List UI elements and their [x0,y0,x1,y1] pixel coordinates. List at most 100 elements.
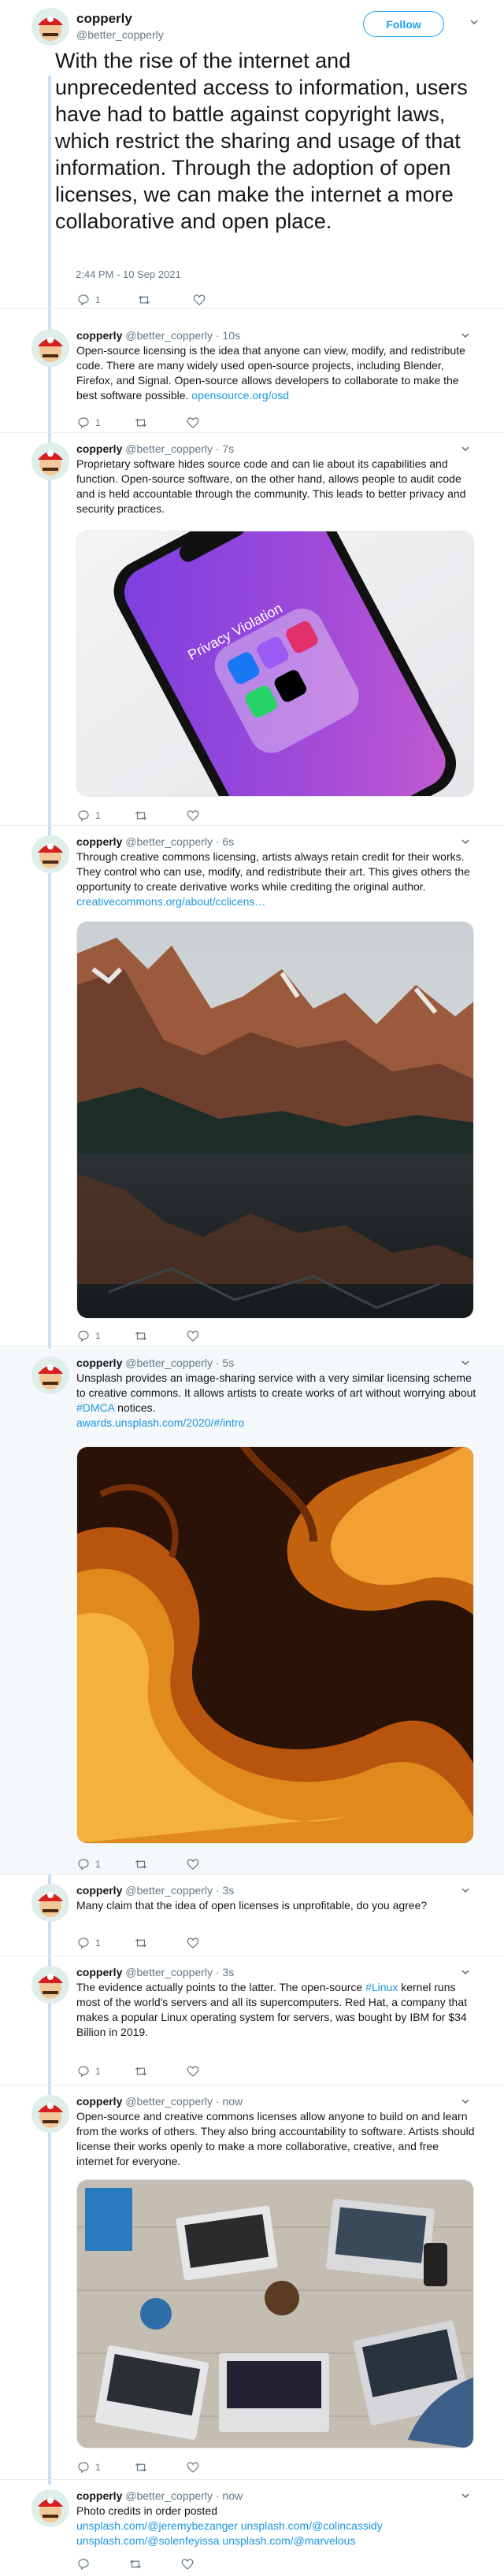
chevron-down-icon[interactable] [461,2491,470,2500]
tweet-text-part: Unsplash provides an image-sharing servi… [76,1371,476,1399]
tweet-time[interactable]: 3s [222,1884,234,1897]
author-handle[interactable]: @better_copperly [76,28,164,41]
tweet-time[interactable]: now [222,2489,243,2502]
tweet-header: copperly @better_copperly · 7s [76,442,234,455]
reply-button[interactable]: 1 [76,809,101,823]
reply-tweet[interactable]: copperly @better_copperly · now Photo cr… [0,2482,504,2576]
reply-tweet[interactable]: copperly @better_copperly · now Open-sou… [0,2087,504,2480]
author-handle[interactable]: @better_copperly [125,329,213,342]
author-name[interactable]: copperly [76,11,132,27]
avatar[interactable] [32,329,69,367]
author-handle[interactable]: @better_copperly [125,835,213,848]
author-name[interactable]: copperly [76,1966,122,1978]
retweet-button[interactable] [134,1936,153,1950]
reply-tweet[interactable]: copperly @better_copperly · 3s Many clai… [0,1876,504,1956]
tweet-text: Through creative commons licensing, arti… [76,849,478,909]
author-handle[interactable]: @better_copperly [125,2489,213,2502]
hashtag-link[interactable]: #Linux [365,1981,398,1993]
like-button[interactable] [186,1329,205,1343]
reply-tweet[interactable]: copperly @better_copperly · 6s Through c… [0,827,504,1347]
like-button[interactable] [186,1857,205,1871]
tweet-time[interactable]: 5s [222,1356,234,1369]
chevron-down-icon[interactable] [461,837,470,846]
retweet-button[interactable] [134,416,153,430]
reply-tweet[interactable]: copperly @better_copperly · 3s The evide… [0,1958,504,2086]
like-button[interactable] [186,809,205,823]
tweet-time[interactable]: 3s [222,1966,234,1978]
retweet-button[interactable] [134,2460,153,2474]
avatar[interactable] [32,2095,69,2133]
chevron-down-icon[interactable] [461,2097,470,2106]
author-handle[interactable]: @better_copperly [125,442,213,455]
author-handle[interactable]: @better_copperly [125,2095,213,2108]
chevron-down-icon[interactable] [461,1967,470,1977]
like-button[interactable] [180,2557,199,2571]
author-name[interactable]: copperly [76,1356,122,1369]
chevron-down-icon[interactable] [469,17,479,27]
retweet-button[interactable] [128,2557,147,2571]
author-handle[interactable]: @better_copperly [125,1884,213,1897]
avatar[interactable] [32,835,69,873]
tweet-time[interactable]: 6s [222,835,234,848]
chevron-down-icon[interactable] [461,1358,470,1368]
tweet-link[interactable]: awards.unsplash.com/2020/#/intro [76,1416,244,1429]
tweet-timestamp[interactable]: 2:44 PM - 10 Sep 2021 [76,268,181,280]
retweet-button[interactable] [134,1329,153,1343]
reply-button[interactable]: 1 [76,1329,101,1343]
reply-button[interactable]: 1 [76,2064,101,2078]
reply-button[interactable]: 1 [76,1857,101,1871]
avatar[interactable] [32,442,69,480]
credit-links[interactable]: unsplash.com/@jeremybezanger unsplash.co… [76,2519,383,2547]
author-handle[interactable]: @better_copperly [125,1356,213,1369]
like-button[interactable] [186,2064,205,2078]
retweet-button[interactable] [134,1857,153,1871]
chevron-down-icon[interactable] [461,444,470,453]
author-name[interactable]: copperly [76,1884,122,1897]
retweet-icon [135,418,146,427]
chevron-down-icon[interactable] [461,1886,470,1895]
retweet-icon [135,1331,146,1341]
reply-button[interactable]: 1 [76,2460,101,2474]
tweet-text-body: Through creative commons licensing, arti… [76,850,470,893]
like-button[interactable] [192,293,211,307]
tweet-image[interactable] [76,1446,474,1844]
tweet-image[interactable]: Privacy Violation [76,531,474,797]
avatar[interactable] [32,1966,69,2004]
follow-button[interactable]: Follow [363,11,444,37]
tweet-time[interactable]: 10s [222,329,240,342]
avatar[interactable] [32,1884,69,1922]
author-name[interactable]: copperly [76,329,122,342]
reply-button[interactable]: 1 [76,293,101,307]
retweet-button[interactable] [137,293,156,307]
author-name[interactable]: copperly [76,835,122,848]
author-name[interactable]: copperly [76,2489,122,2502]
retweet-button[interactable] [134,809,153,823]
retweet-button[interactable] [134,2064,153,2078]
like-button[interactable] [186,2460,205,2474]
reply-button[interactable] [76,2557,95,2571]
tweet-link[interactable]: opensource.org/osd [191,389,289,402]
reply-button[interactable]: 1 [76,1936,101,1950]
reply-count: 1 [95,810,101,821]
hashtag-link[interactable]: #DMCA [76,1401,114,1414]
tweet-link[interactable]: creativecommons.org/about/cclicens… [76,895,265,908]
like-button[interactable] [186,416,205,430]
author-handle[interactable]: @better_copperly [125,1966,213,1978]
reply-tweet[interactable]: copperly @better_copperly · 10s Open-sou… [0,321,504,433]
tweet-time[interactable]: 7s [222,442,234,455]
reply-button[interactable]: 1 [76,416,101,430]
avatar[interactable] [32,2489,69,2527]
avatar[interactable] [32,8,69,46]
tweet-text-body: Photo credits in order posted [76,2504,217,2517]
avatar[interactable] [32,1356,69,1394]
author-name[interactable]: copperly [76,2095,122,2108]
tweet-image[interactable] [76,921,474,1319]
reply-tweet[interactable]: copperly @better_copperly · 7s Proprieta… [0,435,504,826]
author-name[interactable]: copperly [76,442,122,455]
tweet-image[interactable] [76,2179,474,2448]
like-button[interactable] [186,1936,205,1950]
tweet-actions: 1 [76,1936,238,1950]
reply-tweet[interactable]: copperly @better_copperly · 5s Unsplash … [0,1349,504,1875]
tweet-time[interactable]: now [222,2095,243,2108]
chevron-down-icon[interactable] [461,331,470,340]
